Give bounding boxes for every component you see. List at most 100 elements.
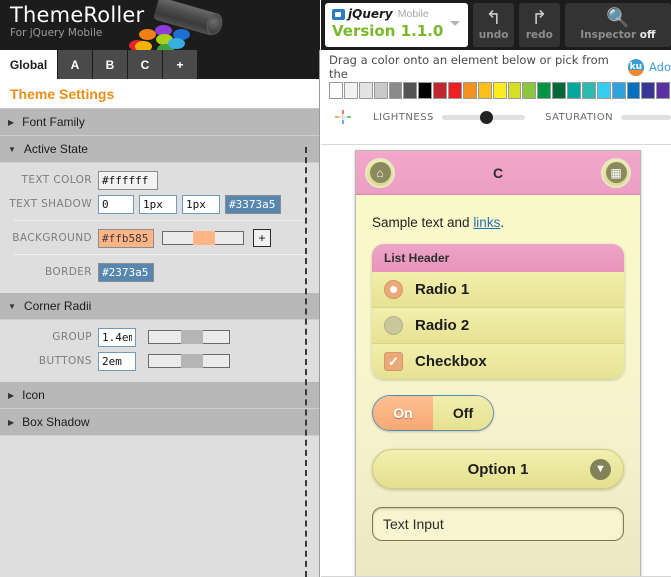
text-shadow-x-input[interactable] [98, 194, 134, 214]
add-background-stop-button[interactable]: + [253, 229, 271, 247]
toggle-off-segment[interactable]: Off [433, 396, 493, 430]
inspector-state: off [639, 29, 656, 41]
section-box-shadow[interactable]: ▶ Box Shadow [0, 409, 319, 436]
app-title: ThemeRoller [10, 3, 145, 27]
lightness-slider-knob[interactable] [479, 110, 493, 124]
color-swatch[interactable] [373, 82, 388, 99]
color-swatch[interactable] [403, 82, 418, 99]
text-shadow-blur-input[interactable] [182, 194, 220, 214]
color-swatch[interactable] [358, 82, 373, 99]
row-text-color: TEXT COLOR [0, 169, 319, 191]
background-color-input[interactable] [98, 228, 154, 248]
color-swatch[interactable] [388, 82, 403, 99]
text-shadow-color-input[interactable] [225, 194, 281, 214]
swatch-hint-text: Drag a color onto an element below or pi… [329, 53, 609, 81]
kuler-link[interactable]: Ado [649, 60, 671, 74]
home-button[interactable]: ⌂ [365, 157, 395, 188]
swatch-list [329, 82, 671, 99]
tab-a[interactable]: A [58, 50, 93, 79]
color-swatch[interactable] [522, 82, 537, 99]
tab-add[interactable]: + [163, 50, 198, 79]
background-gradient-slider[interactable] [162, 231, 244, 245]
text-shadow-y-input[interactable] [139, 194, 177, 214]
undo-button[interactable]: ↰ undo [473, 3, 514, 47]
color-swatch[interactable] [641, 82, 656, 99]
color-swatch[interactable] [581, 82, 596, 99]
kuler-badge-icon[interactable]: ku [627, 58, 644, 76]
listview: List Header Radio 1 Radio 2 ✓ Checkbox [372, 244, 624, 379]
list-item-label: Checkbox [415, 353, 487, 370]
border-color-input[interactable] [98, 262, 154, 282]
list-item[interactable]: Radio 2 [372, 308, 624, 344]
inspector-toggle-button[interactable]: 🔍 Inspector off [564, 3, 671, 47]
checkbox-icon[interactable]: ✓ [384, 352, 403, 371]
lightness-label: LIGHTNESS [373, 111, 434, 123]
preview-header-bar: ⌂ C ▦ [356, 151, 640, 195]
color-swatch[interactable] [343, 82, 358, 99]
tab-global[interactable]: Global [0, 50, 58, 79]
group-radius-input[interactable] [98, 327, 136, 347]
section-corner-radii[interactable]: ▼ Corner Radii [0, 293, 319, 320]
slider-knob[interactable] [181, 354, 203, 368]
text-color-input[interactable] [98, 170, 158, 190]
list-item[interactable]: Radio 1 [372, 272, 624, 308]
inspector-caption: Inspector off [580, 29, 655, 41]
tab-c[interactable]: C [128, 50, 163, 79]
flip-toggle-switch[interactable]: On Off [372, 395, 494, 431]
border-label: BORDER [45, 266, 92, 278]
row-buttons-radius: BUTTONS [0, 350, 319, 372]
color-swatch[interactable] [537, 82, 552, 99]
divider [14, 220, 305, 221]
list-item-label: Radio 2 [415, 317, 470, 334]
slider-knob[interactable] [193, 231, 215, 245]
color-swatch[interactable] [552, 82, 566, 99]
section-font-family[interactable]: ▶ Font Family [0, 109, 319, 136]
paint-dot-icon [168, 38, 185, 49]
themeroller-app: ThemeRoller For jQuery Mobile Global A B… [0, 0, 671, 577]
chevron-down-icon[interactable] [450, 21, 461, 26]
redo-button[interactable]: ↱ redo [518, 3, 560, 47]
version-selector[interactable]: jQuery Mobile Version 1.1.0 [325, 3, 469, 47]
color-swatch[interactable] [329, 82, 343, 99]
brand-text: ThemeRoller For jQuery Mobile [10, 3, 144, 40]
section-active-state-label: Active State [23, 142, 88, 156]
sample-link[interactable]: links [473, 215, 500, 230]
undo-label: undo [478, 29, 509, 41]
list-header: List Header [372, 244, 624, 272]
settings-panel: ThemeRoller For jQuery Mobile Global A B… [0, 0, 320, 577]
color-swatch[interactable] [567, 82, 581, 99]
color-swatch[interactable] [596, 82, 611, 99]
row-background: BACKGROUND + [0, 227, 319, 249]
chevron-down-icon: ▼ [8, 144, 16, 154]
toggle-on-segment[interactable]: On [373, 396, 433, 430]
buttons-radius-slider[interactable] [148, 354, 230, 368]
color-swatch[interactable] [611, 82, 626, 99]
color-swatch[interactable] [462, 82, 477, 99]
buttons-radius-input[interactable] [98, 351, 136, 371]
slider-knob[interactable] [181, 330, 203, 344]
color-swatch[interactable] [477, 82, 492, 99]
color-swatch[interactable] [656, 82, 671, 99]
radio-icon[interactable] [384, 316, 403, 335]
color-swatch[interactable] [492, 82, 507, 99]
color-swatch[interactable] [507, 82, 522, 99]
color-swatch[interactable] [418, 82, 433, 99]
radio-icon[interactable] [384, 280, 403, 299]
color-swatch[interactable] [448, 82, 462, 99]
lightness-slider[interactable] [441, 110, 526, 124]
select-menu-button[interactable]: Option 1 ▼ [372, 449, 624, 489]
tab-b[interactable]: B [93, 50, 128, 79]
jquery-logo-icon [332, 8, 345, 20]
text-input-field[interactable]: Text Input [372, 507, 624, 541]
saturation-slider[interactable] [621, 114, 671, 120]
row-group-radius: GROUP [0, 326, 319, 348]
list-item[interactable]: ✓ Checkbox [372, 344, 624, 379]
section-icon[interactable]: ▶ Icon [0, 382, 319, 409]
section-font-family-label: Font Family [22, 115, 85, 129]
group-radius-slider[interactable] [148, 330, 230, 344]
redo-arrow-icon: ↱ [531, 8, 548, 29]
color-swatch[interactable] [626, 82, 641, 99]
color-swatch[interactable] [433, 82, 447, 99]
grid-button[interactable]: ▦ [601, 157, 631, 188]
section-active-state[interactable]: ▼ Active State [0, 136, 319, 163]
